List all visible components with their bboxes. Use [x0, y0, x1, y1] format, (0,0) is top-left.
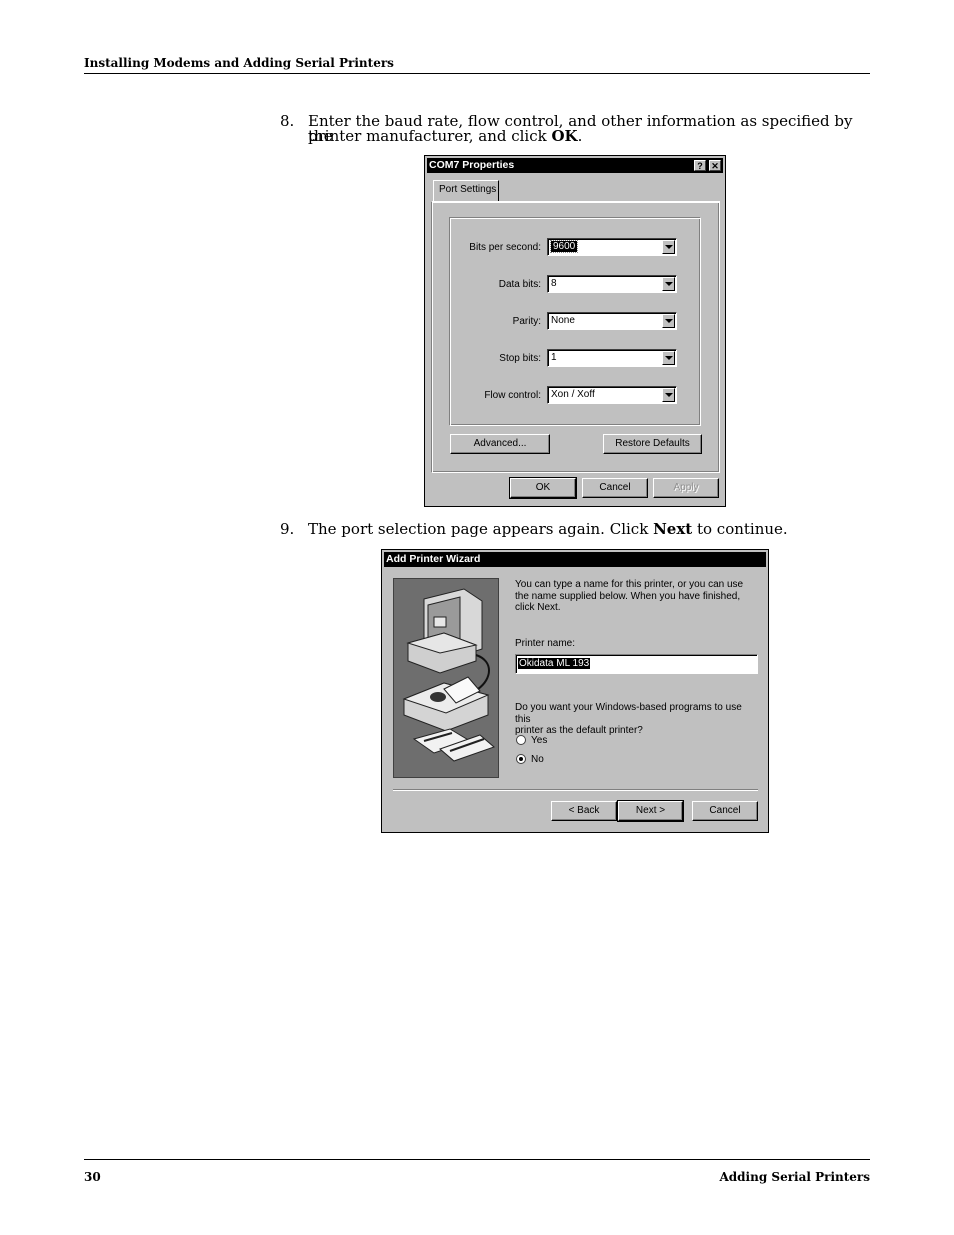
dialog-title: COM7 Properties	[429, 159, 515, 171]
chevron-down-icon[interactable]	[662, 277, 675, 291]
close-button[interactable]: ✕	[709, 160, 721, 171]
chevron-down-icon[interactable]	[662, 351, 675, 365]
yes-radio[interactable]	[516, 735, 526, 745]
separator	[393, 789, 758, 791]
data-bits-select[interactable]: 8	[547, 275, 677, 293]
chevron-down-icon[interactable]	[662, 314, 675, 328]
stop-bits-label: Stop bits:	[499, 353, 541, 364]
step-text-line2: printer manufacturer, and click OK.	[308, 127, 583, 145]
chevron-down-icon[interactable]	[662, 240, 675, 254]
bits-per-second-select[interactable]: 9600	[547, 238, 677, 256]
com7-properties-dialog: COM7 Properties ? ✕ Port Settings Bits p…	[424, 155, 726, 507]
restore-defaults-button[interactable]: Restore Defaults	[603, 434, 702, 454]
help-button[interactable]: ?	[694, 160, 706, 171]
default-printer-question: Do you want your Windows-based programs …	[515, 702, 742, 736]
stop-bits-select[interactable]: 1	[547, 349, 677, 367]
cancel-button[interactable]: Cancel	[582, 478, 648, 498]
intro-text: You can type a name for this printer, or…	[515, 579, 744, 613]
footer-section-title: Adding Serial Printers	[719, 1170, 870, 1184]
flow-control-select[interactable]: Xon / Xoff	[547, 386, 677, 404]
dialog-title-bar: COM7 Properties ? ✕	[427, 158, 723, 173]
advanced-button[interactable]: Advanced...	[450, 434, 550, 454]
printer-name-label: Printer name:	[515, 638, 576, 649]
parity-label: Parity:	[512, 316, 541, 327]
computer-printer-illustration	[393, 578, 499, 778]
dialog-title: Add Printer Wizard	[386, 553, 481, 565]
ok-button[interactable]: OK	[509, 477, 577, 499]
no-label: No	[531, 754, 544, 765]
step-number: 9.	[280, 520, 295, 538]
page-number: 30	[84, 1170, 101, 1184]
parity-select[interactable]: None	[547, 312, 677, 330]
printer-illustration-icon	[402, 588, 495, 762]
footer-rule	[84, 1159, 870, 1160]
add-printer-wizard-dialog: Add Printer Wizard You can type a name f…	[381, 549, 769, 833]
next-button[interactable]: Next >	[617, 800, 684, 822]
step-text: The port selection page appears again. C…	[308, 520, 788, 538]
cancel-button[interactable]: Cancel	[692, 801, 758, 821]
apply-button[interactable]: Apply	[653, 478, 719, 498]
header-rule	[84, 73, 870, 74]
flow-control-label: Flow control:	[484, 390, 541, 401]
ok-emphasis: OK	[551, 127, 578, 145]
yes-label: Yes	[531, 735, 548, 746]
no-radio[interactable]	[516, 754, 526, 764]
next-emphasis: Next	[653, 520, 693, 538]
back-button[interactable]: < Back	[551, 801, 617, 821]
printer-name-input[interactable]: Okidata ML 193	[515, 654, 758, 674]
tab-port-settings[interactable]: Port Settings	[433, 180, 499, 202]
data-bits-label: Data bits:	[498, 279, 541, 290]
chevron-down-icon[interactable]	[662, 388, 675, 402]
running-header: Installing Modems and Adding Serial Prin…	[84, 56, 394, 70]
step-number: 8.	[280, 112, 295, 130]
dialog-title-bar: Add Printer Wizard	[384, 552, 766, 567]
bits-per-second-label: Bits per second:	[469, 242, 541, 253]
